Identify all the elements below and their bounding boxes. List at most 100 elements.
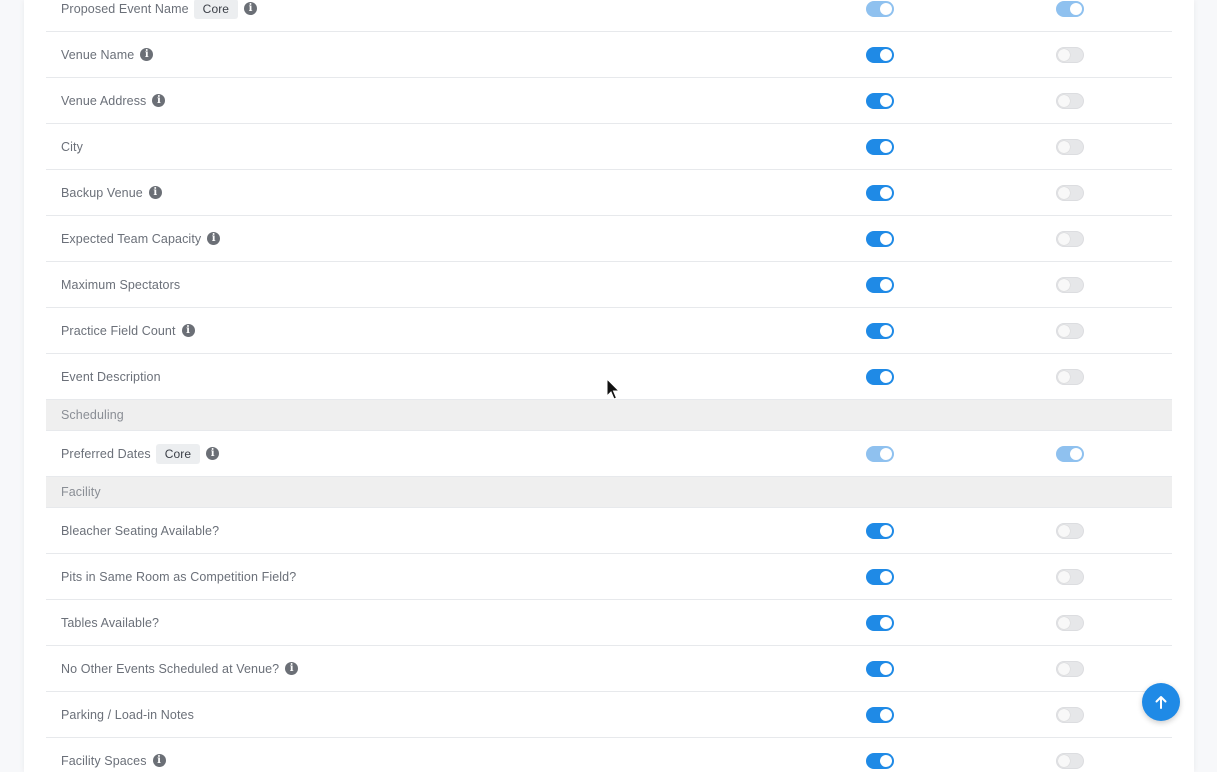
toggle-knob [1058,662,1070,675]
required-toggle[interactable] [866,522,894,539]
toggle-knob [880,278,892,291]
toggle-knob [1058,524,1070,537]
secondary-toggle[interactable] [1056,706,1084,723]
field-label-container: Event Description [61,354,161,399]
toggle-knob [1058,278,1070,291]
toggle-knob [1058,324,1070,337]
secondary-toggle [1056,445,1084,462]
info-circle-icon[interactable]: i [140,48,154,61]
info-circle-icon[interactable]: i [152,754,166,767]
info-circle-icon[interactable]: i [244,2,258,15]
secondary-toggle[interactable] [1056,276,1084,293]
required-toggle[interactable] [866,706,894,723]
secondary-toggle[interactable] [1056,568,1084,585]
secondary-toggle[interactable] [1056,614,1084,631]
toggle-knob [1070,447,1082,460]
field-label: Pits in Same Room as Competition Field? [61,569,297,584]
secondary-toggle[interactable] [1056,92,1084,109]
field-label: Venue Address [61,93,147,108]
required-toggle[interactable] [866,614,894,631]
core-badge: Core [193,0,239,19]
required-toggle[interactable] [866,230,894,247]
secondary-toggle[interactable] [1056,752,1084,769]
field-label-container: Preferred Dates Core i [61,431,220,476]
required-toggle[interactable] [866,46,894,63]
field-label-container: City [61,124,83,169]
field-label-container: Expected Team Capacity i [61,216,221,261]
required-toggle [866,0,894,17]
field-label-container: Pits in Same Room as Competition Field? [61,554,296,599]
field-label: Bleacher Seating Available? [61,523,220,538]
mouse-pointer-icon [606,378,621,400]
field-label-container: Parking / Load-in Notes [61,692,194,737]
field-label: Proposed Event Name [61,1,189,16]
toggle-knob [1058,708,1070,721]
toggle-knob [880,616,892,629]
info-circle-icon[interactable]: i [181,324,195,337]
secondary-toggle[interactable] [1056,322,1084,339]
required-toggle[interactable] [866,568,894,585]
field-row-expected-team-capacity: Expected Team Capacity i [46,216,1172,262]
field-label: Tables Available? [61,615,160,630]
field-label-container: Bleacher Seating Available? [61,508,219,553]
field-row-proposed-event-name: Proposed Event Name Core i [46,0,1172,32]
field-label: Venue Name [61,47,135,62]
scroll-to-top-button[interactable] [1142,683,1180,721]
required-toggle[interactable] [866,138,894,155]
toggle-knob [880,524,892,537]
info-circle-icon[interactable]: i [207,232,221,245]
field-row-city: City [46,124,1172,170]
field-label: Maximum Spectators [61,277,181,292]
required-toggle[interactable] [866,660,894,677]
info-circle-icon[interactable]: i [285,662,299,675]
toggle-knob [880,2,892,15]
section-title: Facility [61,485,101,499]
info-circle-icon[interactable]: i [206,447,220,460]
field-row-parking-load-in-notes: Parking / Load-in Notes [46,692,1172,738]
field-label: No Other Events Scheduled at Venue? [61,661,280,676]
field-label: Expected Team Capacity [61,231,202,246]
secondary-toggle[interactable] [1056,46,1084,63]
field-row-venue-address: Venue Address i [46,78,1172,124]
toggle-knob [1058,754,1070,767]
field-row-pits-in-same-room-as-competition-field: Pits in Same Room as Competition Field? [46,554,1172,600]
toggle-knob [1058,570,1070,583]
required-toggle[interactable] [866,184,894,201]
field-label-container: Practice Field Count i [61,308,195,353]
toggle-knob [880,447,892,460]
required-toggle[interactable] [866,368,894,385]
field-row-no-other-events-scheduled-at-venue: No Other Events Scheduled at Venue? i [46,646,1172,692]
field-label-container: Backup Venue i [61,170,162,215]
field-label: Parking / Load-in Notes [61,707,194,722]
required-toggle[interactable] [866,322,894,339]
field-label: Preferred Dates [61,446,151,461]
toggle-knob [1058,140,1070,153]
section-header-facility: Facility [46,477,1172,508]
secondary-toggle[interactable] [1056,522,1084,539]
toggle-knob [880,186,892,199]
required-toggle[interactable] [866,276,894,293]
toggle-knob [1058,232,1070,245]
info-circle-icon[interactable]: i [152,94,166,107]
toggle-knob [880,94,892,107]
secondary-toggle[interactable] [1056,660,1084,677]
toggle-knob [880,570,892,583]
field-row-facility-spaces: Facility Spaces i [46,738,1172,772]
secondary-toggle[interactable] [1056,138,1084,155]
info-circle-icon[interactable]: i [148,186,162,199]
toggle-knob [1058,616,1070,629]
field-label-container: No Other Events Scheduled at Venue? i [61,646,299,691]
field-label: City [61,139,83,154]
required-toggle[interactable] [866,92,894,109]
secondary-toggle[interactable] [1056,230,1084,247]
secondary-toggle[interactable] [1056,368,1084,385]
field-label-container: Venue Name i [61,32,154,77]
field-row-venue-name: Venue Name i [46,32,1172,78]
toggle-knob [1058,94,1070,107]
field-label-container: Facility Spaces i [61,738,166,772]
required-toggle[interactable] [866,752,894,769]
field-row-backup-venue: Backup Venue i [46,170,1172,216]
secondary-toggle[interactable] [1056,184,1084,201]
field-row-preferred-dates: Preferred Dates Core i [46,431,1172,477]
toggle-knob [1058,48,1070,61]
